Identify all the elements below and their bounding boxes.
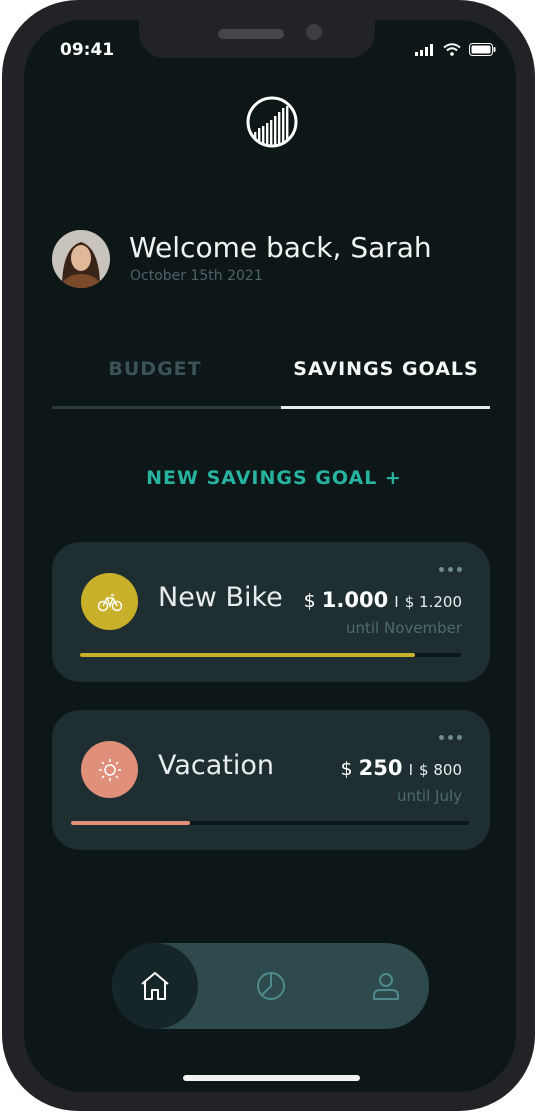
home-icon xyxy=(141,972,169,1000)
bike-icon xyxy=(81,573,138,630)
goal-amounts: $ 250 I $ 800 xyxy=(341,756,462,780)
profile-icon xyxy=(373,973,399,1000)
tab-budget[interactable]: BUDGET xyxy=(52,358,258,380)
tab-underline-active xyxy=(281,406,490,409)
goal-card-vacation[interactable]: Vacation $ 250 I $ 800 until July xyxy=(52,710,490,850)
chart-pie-icon xyxy=(257,972,285,1000)
nav-profile[interactable] xyxy=(343,943,429,1029)
current-amount: 250 xyxy=(358,756,403,780)
wifi-icon xyxy=(443,43,461,56)
goal-name: New Bike xyxy=(158,582,283,613)
phone-frame: 09:41 Welcome back, Sarah October 15th 2… xyxy=(2,0,535,1111)
target-amount: $ 1.200 xyxy=(404,593,462,611)
currency-symbol: $ xyxy=(340,758,353,780)
avatar-photo xyxy=(52,230,110,288)
current-amount: 1.000 xyxy=(321,588,389,612)
nav-stats[interactable] xyxy=(228,943,314,1029)
goal-amounts: $ 1.000 I $ 1.200 xyxy=(304,588,462,612)
battery-icon xyxy=(469,43,496,56)
avatar[interactable] xyxy=(52,230,110,288)
amount-separator: I xyxy=(408,761,413,779)
date-text: October 15th 2021 xyxy=(130,268,263,284)
progress-track xyxy=(71,821,469,825)
speaker xyxy=(218,29,284,39)
progress-fill xyxy=(80,653,416,657)
status-time: 09:41 xyxy=(60,40,115,60)
status-icons xyxy=(415,43,496,56)
new-savings-goal-button[interactable]: NEW SAVINGS GOAL + xyxy=(24,467,516,489)
app-logo-icon xyxy=(246,96,298,148)
currency-symbol: $ xyxy=(303,590,316,612)
nav-home[interactable] xyxy=(112,943,198,1029)
home-indicator xyxy=(183,1075,360,1081)
signal-icon xyxy=(415,43,433,56)
more-options-icon[interactable] xyxy=(439,735,462,740)
notch xyxy=(139,20,375,58)
camera xyxy=(306,24,322,40)
target-amount: $ 800 xyxy=(419,761,462,779)
goal-card-new-bike[interactable]: New Bike $ 1.000 I $ 1.200 until Novembe… xyxy=(52,542,490,682)
bottom-nav xyxy=(112,943,429,1029)
goal-deadline: until July xyxy=(397,787,462,805)
goal-deadline: until November xyxy=(345,619,462,637)
tab-underline-inactive xyxy=(52,406,281,409)
sun-icon xyxy=(81,741,138,798)
goal-name: Vacation xyxy=(158,750,275,781)
amount-separator: I xyxy=(394,593,399,611)
more-options-icon[interactable] xyxy=(439,567,462,572)
welcome-text: Welcome back, Sarah xyxy=(129,231,432,264)
app-screen: 09:41 Welcome back, Sarah October 15th 2… xyxy=(24,20,516,1092)
progress-fill xyxy=(71,821,191,825)
progress-track xyxy=(80,653,461,657)
tab-savings-goals[interactable]: SAVINGS GOALS xyxy=(280,358,492,380)
